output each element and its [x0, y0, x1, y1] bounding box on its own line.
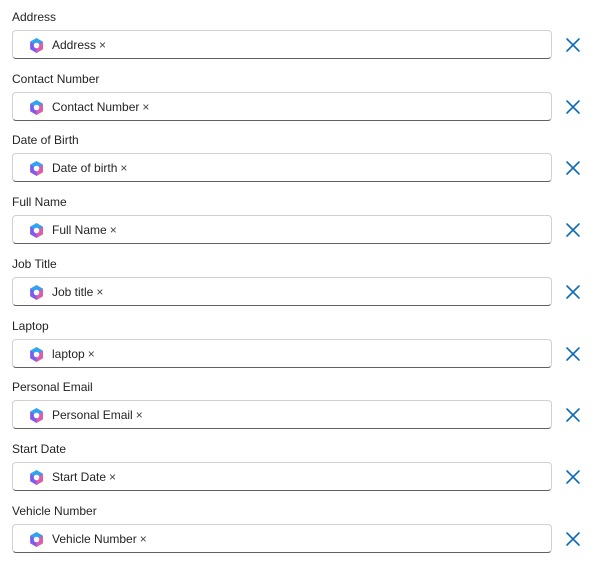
- token-label: Address: [52, 38, 97, 52]
- field-input[interactable]: Start Date ×: [12, 462, 552, 491]
- remove-field-button[interactable]: [564, 221, 582, 239]
- token-remove-button[interactable]: ×: [99, 38, 106, 53]
- field-input[interactable]: Vehicle Number ×: [12, 524, 552, 553]
- token-remove-button[interactable]: ×: [96, 285, 103, 300]
- field-personal-email: Personal Email Personal Email ×: [0, 370, 605, 430]
- close-icon: [566, 285, 580, 299]
- token-remove-button[interactable]: ×: [142, 100, 149, 115]
- remove-field-button[interactable]: [564, 98, 582, 116]
- token-chip: Address ×: [28, 37, 106, 54]
- token-remove-button[interactable]: ×: [88, 347, 95, 362]
- token-label: Vehicle Number: [52, 532, 137, 546]
- copilot-icon: [28, 469, 45, 486]
- field-address: Address Address ×: [0, 0, 605, 60]
- copilot-icon: [28, 407, 45, 424]
- field-input[interactable]: Job title ×: [12, 277, 552, 306]
- field-input[interactable]: laptop ×: [12, 339, 552, 368]
- token-remove-button[interactable]: ×: [120, 161, 127, 176]
- field-contact-number: Contact Number Contact Number ×: [0, 62, 605, 122]
- remove-field-button[interactable]: [564, 468, 582, 486]
- token-label: Contact Number: [52, 100, 140, 114]
- token-chip: Vehicle Number ×: [28, 531, 147, 548]
- remove-field-button[interactable]: [564, 283, 582, 301]
- copilot-icon: [28, 222, 45, 239]
- close-icon: [566, 100, 580, 114]
- field-full-name: Full Name Full Name ×: [0, 185, 605, 245]
- copilot-icon: [28, 37, 45, 54]
- field-label: Date of Birth: [12, 133, 79, 147]
- copilot-icon: [28, 160, 45, 177]
- field-label: Start Date: [12, 442, 67, 456]
- field-date-of-birth: Date of Birth Date of birth ×: [0, 123, 605, 183]
- remove-field-button[interactable]: [564, 345, 582, 363]
- field-label: Laptop: [12, 319, 49, 333]
- field-label: Vehicle Number: [12, 504, 97, 518]
- field-input[interactable]: Contact Number ×: [12, 92, 552, 121]
- field-laptop: Laptop laptop ×: [0, 309, 605, 369]
- copilot-icon: [28, 531, 45, 548]
- token-label: Start Date: [52, 470, 107, 484]
- field-start-date: Start Date Start Date ×: [0, 432, 605, 492]
- token-label: laptop: [52, 347, 85, 361]
- close-icon: [566, 408, 580, 422]
- token-label: Date of birth: [52, 161, 118, 175]
- field-label: Contact Number: [12, 72, 100, 86]
- remove-field-button[interactable]: [564, 159, 582, 177]
- field-input[interactable]: Date of birth ×: [12, 153, 552, 182]
- close-icon: [566, 347, 580, 361]
- remove-field-button[interactable]: [564, 406, 582, 424]
- token-chip: laptop ×: [28, 346, 95, 363]
- field-vehicle-number: Vehicle Number Vehicle Number ×: [0, 494, 605, 554]
- field-input[interactable]: Personal Email ×: [12, 400, 552, 429]
- field-label: Full Name: [12, 195, 67, 209]
- field-label: Personal Email: [12, 380, 93, 394]
- token-chip: Contact Number ×: [28, 99, 149, 116]
- token-chip: Start Date ×: [28, 469, 116, 486]
- token-remove-button[interactable]: ×: [136, 408, 143, 423]
- field-label: Job Title: [12, 257, 57, 271]
- field-label: Address: [12, 10, 57, 24]
- token-chip: Full Name ×: [28, 222, 117, 239]
- token-chip: Date of birth ×: [28, 160, 127, 177]
- field-input[interactable]: Address ×: [12, 30, 552, 59]
- token-label: Personal Email: [52, 408, 133, 422]
- close-icon: [566, 223, 580, 237]
- field-job-title: Job Title Job title ×: [0, 247, 605, 307]
- copilot-icon: [28, 284, 45, 301]
- remove-field-button[interactable]: [564, 36, 582, 54]
- close-icon: [566, 38, 580, 52]
- close-icon: [566, 532, 580, 546]
- remove-field-button[interactable]: [564, 530, 582, 548]
- token-remove-button[interactable]: ×: [109, 470, 116, 485]
- token-remove-button[interactable]: ×: [140, 532, 147, 547]
- close-icon: [566, 470, 580, 484]
- copilot-icon: [28, 99, 45, 116]
- token-chip: Job title ×: [28, 284, 103, 301]
- token-label: Job title: [52, 285, 94, 299]
- field-input[interactable]: Full Name ×: [12, 215, 552, 244]
- copilot-icon: [28, 346, 45, 363]
- token-label: Full Name: [52, 223, 107, 237]
- close-icon: [566, 161, 580, 175]
- token-chip: Personal Email ×: [28, 407, 143, 424]
- token-remove-button[interactable]: ×: [110, 223, 117, 238]
